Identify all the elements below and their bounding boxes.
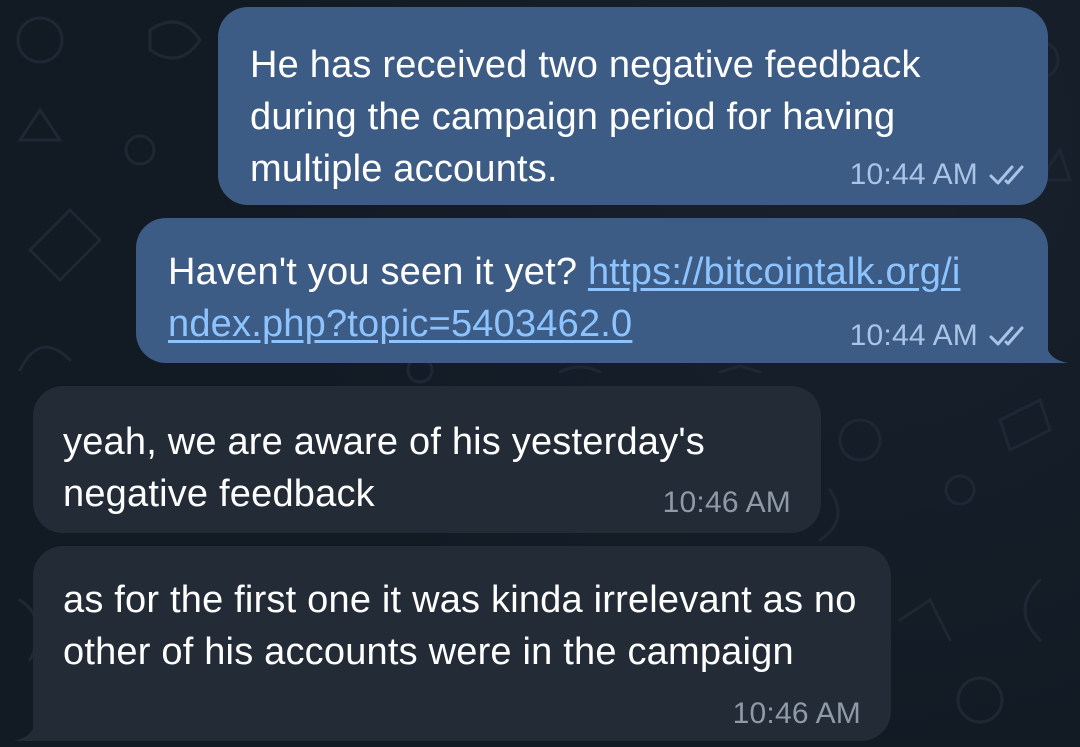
message-time: 10:44 AM xyxy=(849,158,978,191)
message-text: as for the first one it was kinda irrele… xyxy=(63,579,857,673)
message-time: 10:46 AM xyxy=(732,697,861,730)
message-meta: 10:44 AM xyxy=(850,160,1030,190)
double-check-icon xyxy=(989,326,1024,346)
bubble-tail xyxy=(1046,340,1068,363)
message-time: 10:44 AM xyxy=(849,319,978,352)
message-meta: 10:46 AM xyxy=(663,488,791,518)
bubble-tail xyxy=(13,718,35,741)
outgoing-message[interactable]: Haven't you seen it yet? https://bitcoin… xyxy=(136,218,1048,363)
outgoing-message[interactable]: He has received two negative feedback du… xyxy=(218,7,1048,205)
message-text: Haven't you seen it yet? xyxy=(168,251,588,293)
incoming-message[interactable]: yeah, we are aware of his yesterday's ne… xyxy=(33,386,821,533)
message-time: 10:46 AM xyxy=(662,486,791,519)
incoming-message[interactable]: as for the first one it was kinda irrele… xyxy=(33,546,891,741)
message-meta: 10:46 AM xyxy=(733,699,861,729)
message-meta: 10:44 AM xyxy=(850,321,1030,351)
double-check-icon xyxy=(989,165,1024,185)
